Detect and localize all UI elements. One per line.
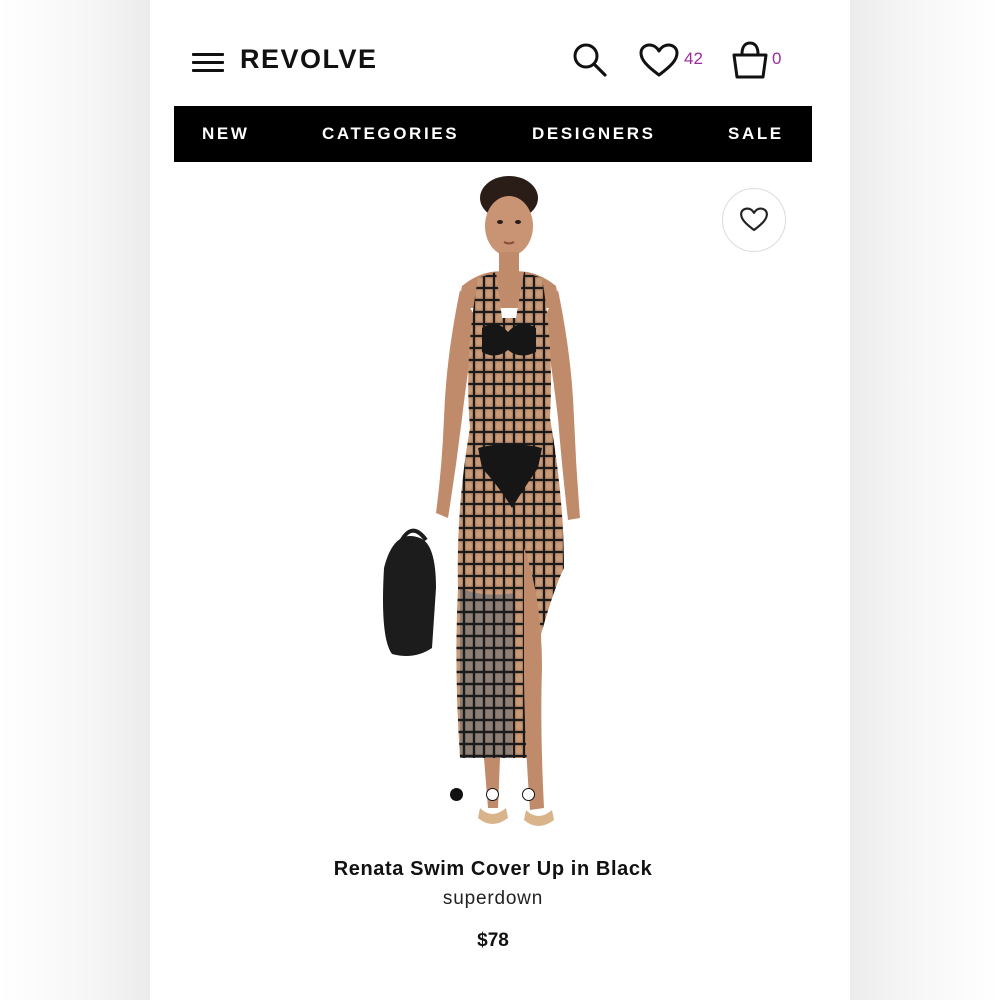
- nav-item-new[interactable]: NEW: [202, 124, 249, 144]
- shopping-bag-button[interactable]: 0: [730, 40, 800, 82]
- app-screen: REVOLVE 42 0 NEW CATEGORIES DESIGNERS SA…: [174, 30, 812, 1000]
- product-image-carousel[interactable]: [174, 162, 812, 852]
- nav-item-designers[interactable]: DESIGNERS: [532, 124, 656, 144]
- heart-icon: [639, 43, 679, 77]
- hamburger-menu-icon[interactable]: [192, 52, 224, 74]
- main-nav: NEW CATEGORIES DESIGNERS SALE: [174, 106, 812, 162]
- carousel-dot-3[interactable]: [522, 788, 535, 801]
- search-icon[interactable]: [570, 40, 610, 80]
- wishlist-count-badge: 42: [684, 49, 703, 68]
- carousel-pagination: [450, 788, 540, 802]
- product-info: Renata Swim Cover Up in Black superdown …: [174, 858, 812, 952]
- heart-outline-icon: [740, 207, 768, 232]
- header: REVOLVE 42 0: [174, 30, 812, 106]
- carousel-dot-2[interactable]: [486, 788, 499, 801]
- wishlist-button[interactable]: 42: [638, 42, 718, 82]
- backdrop-top: [150, 0, 850, 30]
- nav-item-sale[interactable]: SALE: [728, 124, 784, 144]
- product-brand[interactable]: superdown: [174, 888, 812, 910]
- backdrop-right: [850, 0, 1000, 1000]
- product-photo: [383, 176, 580, 826]
- add-to-favorites-button[interactable]: [722, 188, 786, 252]
- logo[interactable]: REVOLVE: [240, 44, 378, 75]
- bag-count-badge: 0: [772, 49, 782, 68]
- shopping-bag-icon: [732, 41, 768, 79]
- product-price: $78: [477, 930, 509, 951]
- carousel-dot-1[interactable]: [450, 788, 463, 801]
- backdrop-left: [0, 0, 150, 1000]
- product-name: Renata Swim Cover Up in Black: [333, 858, 653, 880]
- nav-item-categories[interactable]: CATEGORIES: [322, 124, 459, 144]
